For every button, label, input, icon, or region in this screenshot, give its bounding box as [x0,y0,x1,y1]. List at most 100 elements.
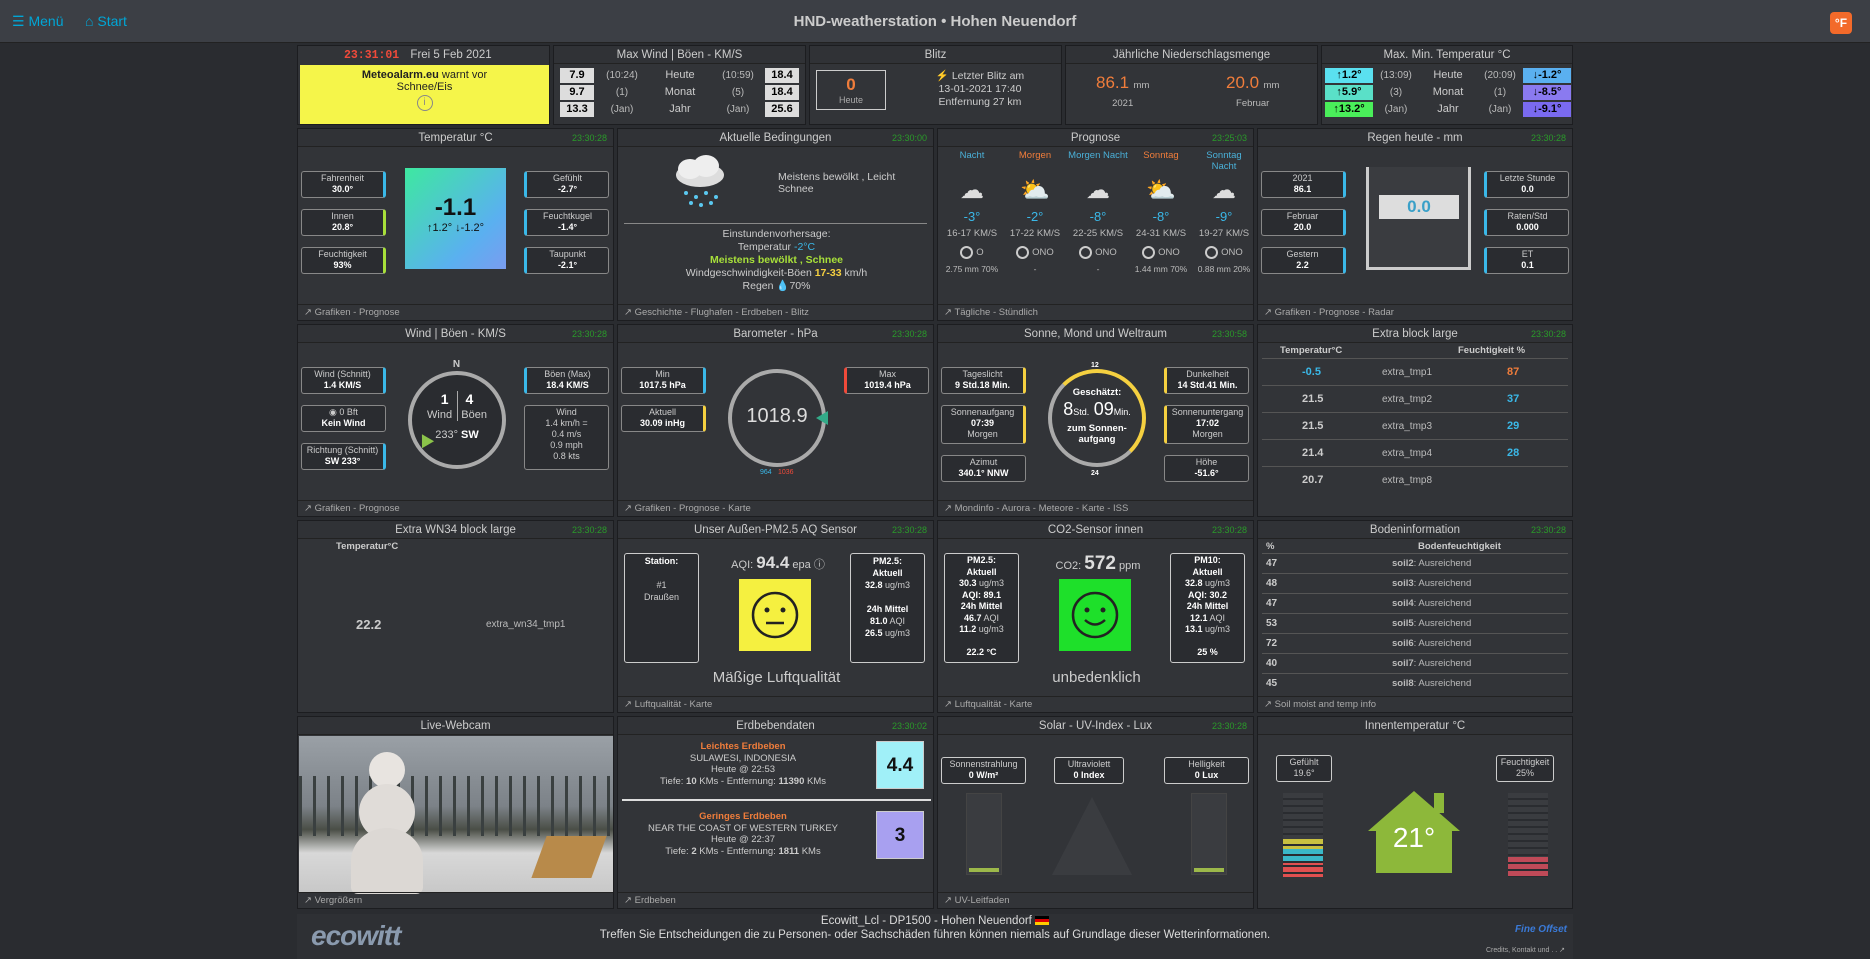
rain-yesterday-value: 2.2 [1296,260,1309,270]
quake-1-time: Heute @ 22:53 [710,764,776,775]
co2-pm25-24h-unit: ug/m3 [976,624,1004,634]
maxgust-value: 18.4 [765,68,799,83]
sun-moon-block: Sonne, Mond und Weltraum 23:30:58 Tagesli… [937,324,1254,517]
credits-link[interactable]: Credits, Kontakt und . . ↗ [1486,946,1565,954]
maxgust-value: 25.6 [765,102,799,117]
quake-2-distance: 1811 [778,845,800,857]
block-footer-link[interactable]: ↗ Grafiken - Prognose - Karte [618,500,933,516]
block-footer-link[interactable]: ↗ Tägliche - Stündlich [938,304,1253,320]
external-link-icon: ↗ [624,895,632,906]
block-footer-link[interactable]: ↗ Luftqualität - Karte [618,696,933,712]
forecast-day[interactable]: Sonntag ⛅ -8° 24-31 KM/S ONO 1.44 mm 70% [1131,150,1191,275]
beaufort-label: 0 Bft [339,407,358,417]
sun-hours-unit: Std. [1073,407,1090,417]
forecast-wind: 22-25 KM/S [1072,228,1124,239]
sunrise-label: Sonnenaufgang [950,407,1015,417]
update-time: 23:30:28 [1211,721,1247,731]
sunset-pill: Sonnenuntergang 17:02 Morgen [1164,405,1249,444]
soil-status: soil4: Ausreichend [1392,598,1471,609]
indoor-feels-label: Gefühlt [1289,757,1319,767]
external-link-icon: ↗ [304,503,312,514]
fine-offset-logo[interactable]: Fine Offset [1515,924,1567,935]
daylight-value: 9 Std.18 Min. [954,380,1010,390]
daylight-label: Tageslicht [962,369,1003,379]
darkness-pill: Dunkelheit 14 Std.41 Min. [1164,367,1249,394]
forecast-wind: 17-22 KM/S [1009,228,1061,239]
block-footer-link[interactable]: ↗ Soil moist and temp info [1258,696,1572,712]
sun-hours: 8 [1063,399,1074,419]
unit-toggle-button[interactable]: °F [1830,12,1852,34]
block-footer-link[interactable]: ↗ Mondinfo - Aurora - Meteore - Karte - … [938,500,1253,516]
table-row: 72 soil6: Ausreichend [1262,633,1568,653]
co2-pm10-24h-aqi-unit: AQI [1207,612,1226,623]
quake-2-depth-label: Tiefe: [665,845,692,857]
temperature-display: -1.1 ↑1.2° ↓-1.2° [405,168,506,269]
block-footer-link[interactable]: ↗ Vergrößern [298,892,613,908]
pm25-24h-aqi: 81.0 [869,616,888,626]
compass-north-label: N [452,359,461,370]
gust-max-value: 18.4 KM/S [546,380,589,390]
forecast-wind-dir-label: O [976,247,984,258]
rain-year-label: 2021 [1112,98,1134,109]
forecast-day-name: Sonntag [1143,150,1179,161]
barometer-block: Barometer - hPa 23:30:28 Min 1017.5 hPa Ak… [617,324,934,517]
forecast-wind: 24-31 KM/S [1135,228,1187,239]
webcam-image[interactable] [299,736,613,894]
soil-sensor: soil2 [1392,558,1414,569]
smile-face-icon [1071,591,1119,639]
block-title: Unser Außen-PM2.5 AQ Sensor [694,524,857,536]
forecast-day[interactable]: Nacht ☁ -3° 16-17 KM/S O 2.75 mm 70% [942,150,1002,275]
maxgust-time: (10:59) [722,70,754,81]
info-icon[interactable]: ⓘ [814,559,825,571]
external-link-icon: ↗ [944,307,952,318]
footer-label: Grafiken - Prognose [314,307,400,318]
update-time: 23:30:28 [571,133,607,143]
sun-minutes: 09 [1093,399,1114,419]
block-footer-link[interactable]: ↗ Grafiken - Prognose [298,304,613,320]
forecast-wind-dir: ONO [1005,242,1065,264]
sun-minutes-unit: Min. [1113,407,1131,417]
block-footer-link[interactable]: ↗ Geschichte - Flughafen - Erdbeben - Bl… [618,304,933,320]
co2-sensor-temp: 22.2 °C [966,647,997,657]
soil-block: Bodeninformation 23:30:28 % Bodenfeuchtig… [1257,520,1573,713]
forecast-day[interactable]: Morgen Nacht ☁ -8° 22-25 KM/S ONO - [1068,150,1128,275]
meteoalarm-banner[interactable]: Meteoalarm.eu warnt vor Schnee/Eis i [300,65,549,124]
dewpoint-pill: Taupunkt -2.1° [524,247,609,274]
maxmin-period: Monat [1432,86,1464,98]
extra-sensor: extra_tmp8 [1382,475,1433,486]
soil-sensor: soil4 [1392,598,1414,609]
block-footer-link[interactable]: ↗ Luftqualität - Karte [938,696,1253,712]
weather-icon: ☁ [960,177,984,204]
wind-kts: 0.8 kts [553,451,580,461]
forecast-day[interactable]: Morgen ⛅ -2° 17-22 KM/S ONO - [1005,150,1065,275]
block-footer-link[interactable]: ↗ Grafiken - Prognose - Radar [1258,304,1572,320]
co2-pm10-current-unit: ug/m3 [1202,578,1231,588]
earthquake-1: Leichtes Erdbeben SULAWESI, INDONESIA He… [618,741,868,787]
soil-percent-header: % [1266,541,1275,552]
forecast-day[interactable]: Sonntag Nacht ☁ -9° 19-27 KM/S ONO 0.88 mm 20… [1194,150,1253,275]
wind-avg-value: 1.4 KM/S [323,380,362,390]
pm-station-label: Station: [644,556,679,566]
co2-status: unbedenklich [1052,669,1141,686]
quake-2-place: NEAR THE COAST OF WESTERN TURKEY [647,822,839,834]
block-footer-link[interactable]: ↗ UV-Leitfaden [938,892,1253,908]
max-temp-value: ↑5.9° [1325,85,1373,100]
darkness-label: Dunkelheit [1186,369,1229,379]
baro-min-pill: Min 1017.5 hPa [621,367,706,394]
extra-humidity-header: Feuchtigkeit % [1458,345,1526,356]
alarm-type: Schnee/Eis [396,81,453,93]
footer-label: Grafiken - Prognose - Karte [634,503,751,514]
uv-label: Ultraviolett [1067,759,1111,769]
footer-label: Grafiken - Prognose [314,503,400,514]
air-quality-status: Mäßige Luftqualität [712,669,841,686]
elevation-pill: Höhe -51.6° [1164,455,1249,482]
update-time: 23:30:02 [891,721,927,731]
block-title: Aktuelle Bedingungen [719,132,832,144]
gust-max-pill: Böen (Max) 18.4 KM/S [524,367,609,394]
block-footer-link[interactable]: ↗ Grafiken - Prognose [298,500,613,516]
indoor-humidity-label: Feuchtigkeit [1500,757,1550,767]
barometer-gauge: 1018.9 [728,369,828,467]
block-footer-link[interactable]: ↗ Erdbeben [618,892,933,908]
forecast-temp: -3° [963,209,981,224]
min-temp-time: (Jan) [1488,104,1512,115]
